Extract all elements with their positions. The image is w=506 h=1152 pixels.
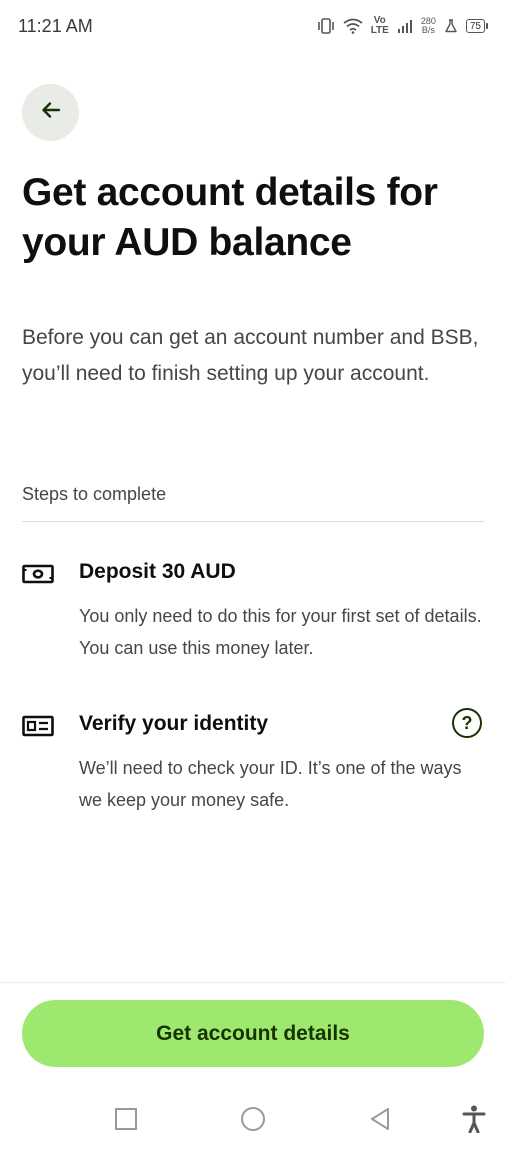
flask-icon bbox=[444, 19, 458, 33]
home-circle-icon[interactable] bbox=[238, 1104, 268, 1134]
page-title: Get account details for your AUD balance bbox=[22, 171, 438, 264]
status-icons: Vo LTE 280 B/s 75 bbox=[317, 16, 489, 36]
step-title: Verify your identity bbox=[79, 712, 269, 735]
wifi-icon bbox=[343, 18, 363, 34]
status-time: 11:21 AM bbox=[18, 15, 93, 36]
signal-icon bbox=[397, 19, 413, 33]
accessibility-icon[interactable] bbox=[459, 1104, 489, 1134]
status-bar: 11:21 AM Vo LTE 280 B/s 75 bbox=[0, 0, 506, 52]
network-speed: 280 B/s bbox=[421, 17, 436, 35]
banknote-icon bbox=[22, 558, 54, 590]
back-triangle-icon[interactable] bbox=[365, 1104, 395, 1134]
speed-unit: B/s bbox=[421, 25, 435, 35]
back-button[interactable] bbox=[22, 84, 79, 141]
step-description: We’ll need to check your ID. It’s one of… bbox=[79, 758, 462, 810]
get-account-details-button[interactable]: Get account details bbox=[22, 1000, 484, 1067]
help-icon[interactable]: ? bbox=[452, 708, 482, 738]
steps-label: Steps to complete bbox=[22, 484, 167, 504]
battery-indicator: 75 bbox=[465, 19, 489, 33]
arrow-left-icon bbox=[40, 99, 62, 126]
step-title: Deposit 30 AUD bbox=[79, 560, 236, 583]
recents-square-icon[interactable] bbox=[111, 1104, 141, 1134]
volte-bottom: LTE bbox=[370, 25, 389, 36]
id-card-icon bbox=[22, 710, 54, 742]
step-description: You only need to do this for your first … bbox=[79, 606, 482, 658]
system-nav-bar bbox=[0, 1090, 506, 1146]
intro-text: Before you can get an account number and… bbox=[22, 326, 479, 385]
divider bbox=[0, 982, 506, 983]
vibrate-icon bbox=[317, 18, 335, 34]
divider bbox=[22, 521, 484, 522]
volte-indicator: Vo LTE bbox=[371, 16, 389, 36]
